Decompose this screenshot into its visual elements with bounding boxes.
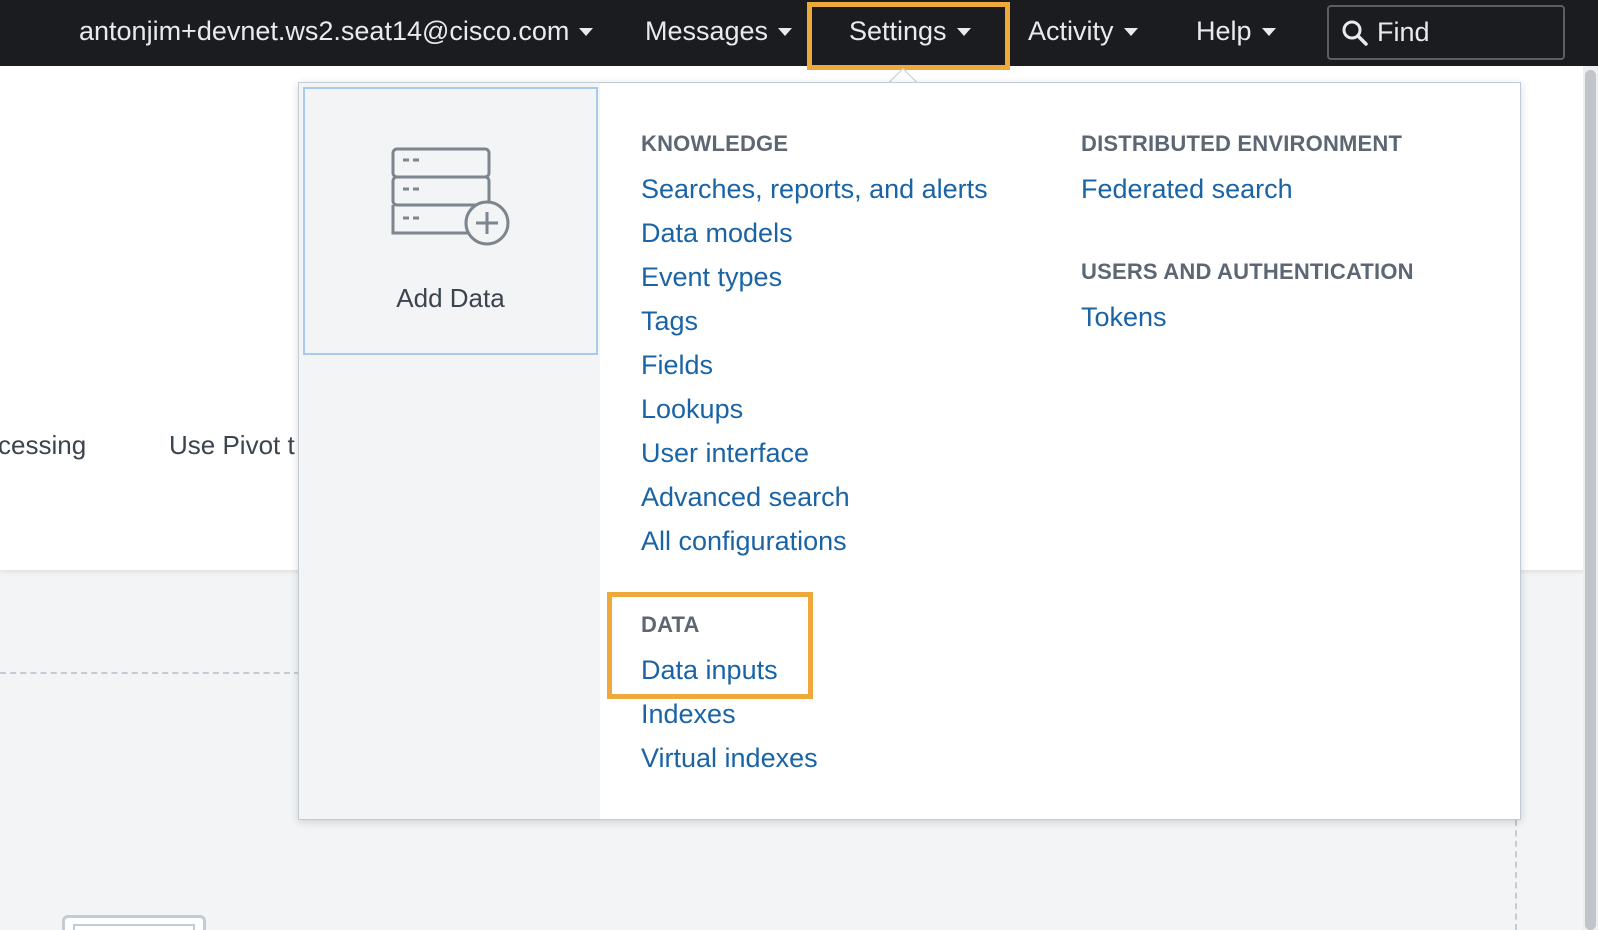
help-menu[interactable]: Help bbox=[1196, 0, 1276, 63]
menu-link-federated-search[interactable]: Federated search bbox=[1081, 174, 1293, 205]
distributed-environment-heading: DISTRIBUTED ENVIRONMENT bbox=[1081, 131, 1403, 156]
menu-link-data-inputs[interactable]: Data inputs bbox=[641, 655, 778, 686]
activity-label: Activity bbox=[1028, 16, 1114, 46]
top-navigation-bar: antonjim+devnet.ws2.seat14@cisco.com Mes… bbox=[0, 0, 1598, 66]
find-search-box[interactable] bbox=[1327, 5, 1565, 60]
menu-link-virtual-indexes[interactable]: Virtual indexes bbox=[641, 743, 818, 774]
menu-link-fields[interactable]: Fields bbox=[641, 350, 713, 381]
help-label: Help bbox=[1196, 16, 1252, 46]
menu-link-advanced-search[interactable]: Advanced search bbox=[641, 482, 850, 513]
messages-label: Messages bbox=[645, 16, 769, 46]
pivot-text: Use Pivot t bbox=[169, 430, 295, 460]
activity-menu[interactable]: Activity bbox=[1028, 0, 1138, 63]
add-data-button[interactable]: Add Data bbox=[303, 87, 598, 355]
dashed-divider-vertical bbox=[1515, 820, 1517, 930]
processing-text: cessing bbox=[0, 430, 87, 460]
panel-card bbox=[62, 915, 206, 930]
caret-down-icon bbox=[956, 27, 971, 36]
caret-down-icon bbox=[579, 27, 594, 36]
account-menu[interactable]: antonjim+devnet.ws2.seat14@cisco.com bbox=[79, 0, 594, 63]
account-label: antonjim+devnet.ws2.seat14@cisco.com bbox=[79, 16, 570, 46]
find-input[interactable] bbox=[1377, 17, 1547, 48]
menu-link-data-models[interactable]: Data models bbox=[641, 218, 793, 249]
add-data-icon bbox=[391, 147, 509, 246]
dashed-divider bbox=[0, 672, 300, 674]
menu-link-tokens[interactable]: Tokens bbox=[1081, 302, 1167, 333]
users-authentication-heading: USERS AND AUTHENTICATION bbox=[1081, 259, 1414, 284]
caret-down-icon bbox=[1123, 27, 1138, 36]
search-icon bbox=[1342, 20, 1368, 46]
menu-link-event-types[interactable]: Event types bbox=[641, 262, 782, 293]
menu-link-searches-reports-alerts[interactable]: Searches, reports, and alerts bbox=[641, 174, 988, 205]
menu-link-all-configurations[interactable]: All configurations bbox=[641, 526, 847, 557]
caret-down-icon bbox=[778, 27, 793, 36]
settings-menu[interactable]: Settings bbox=[849, 0, 971, 63]
menu-link-indexes[interactable]: Indexes bbox=[641, 699, 736, 730]
settings-label: Settings bbox=[849, 16, 947, 46]
scrollbar-thumb[interactable] bbox=[1585, 70, 1596, 930]
add-data-label: Add Data bbox=[396, 283, 505, 313]
dropdown-left-column: Add Data bbox=[299, 83, 600, 819]
messages-menu[interactable]: Messages bbox=[645, 0, 793, 63]
menu-link-user-interface[interactable]: User interface bbox=[641, 438, 809, 469]
data-heading: DATA bbox=[641, 612, 700, 637]
menu-link-lookups[interactable]: Lookups bbox=[641, 394, 743, 425]
menu-link-tags[interactable]: Tags bbox=[641, 306, 698, 337]
knowledge-heading: KNOWLEDGE bbox=[641, 131, 789, 156]
caret-down-icon bbox=[1261, 27, 1276, 36]
